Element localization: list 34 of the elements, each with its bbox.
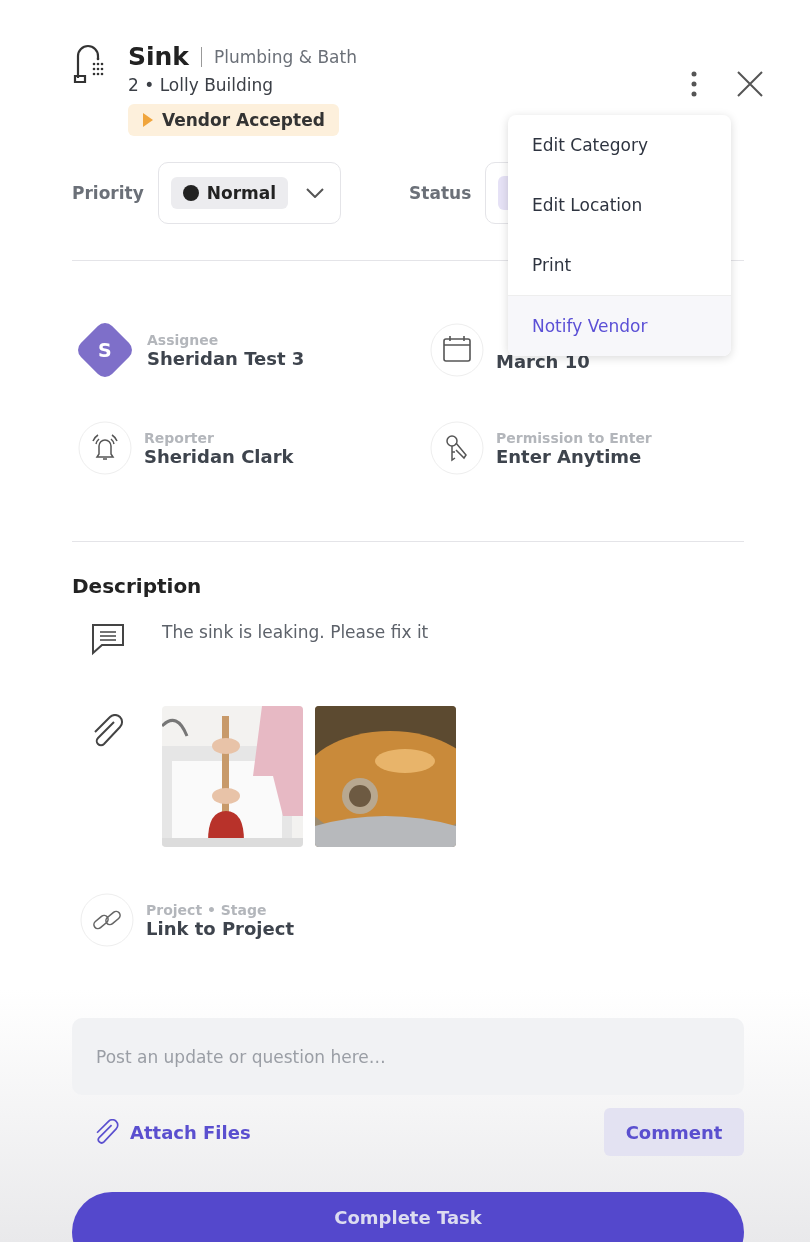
project-link[interactable]: Link to Project bbox=[146, 917, 295, 939]
detail-label: Reporter bbox=[144, 429, 215, 446]
menu-item[interactable]: Edit Category bbox=[508, 115, 731, 175]
comment-button[interactable]: Comment bbox=[604, 1108, 744, 1156]
play-icon bbox=[142, 112, 154, 128]
detail-label: Assignee bbox=[147, 331, 220, 348]
comment-field[interactable]: Post an update or question here… bbox=[72, 1018, 744, 1095]
status-badge: Vendor Accepted bbox=[128, 104, 339, 136]
link-icon bbox=[80, 893, 134, 947]
description-text: The sink is leaking. Please fix it bbox=[162, 622, 429, 642]
calendar-icon bbox=[430, 323, 484, 377]
status-label: Status bbox=[409, 183, 472, 203]
chevron-down-icon bbox=[306, 188, 325, 198]
bell-icon bbox=[78, 421, 132, 475]
category-label: Plumbing & Bath bbox=[214, 46, 357, 67]
task-title: Sink bbox=[128, 42, 189, 71]
complete-task-button[interactable]: Complete Task bbox=[72, 1192, 744, 1242]
attach-files-button[interactable]: Attach Files bbox=[72, 1119, 251, 1145]
section-heading: Description bbox=[72, 574, 203, 598]
comment-icon bbox=[90, 622, 126, 656]
priority-label: Priority bbox=[72, 183, 144, 203]
close-icon[interactable] bbox=[736, 70, 764, 98]
menu-item[interactable]: Notify Vendor bbox=[508, 295, 731, 356]
location-label: 2 • Lolly Building bbox=[128, 75, 275, 95]
detail-value: Sheridan Test 3 bbox=[147, 347, 305, 369]
menu-item[interactable]: Print bbox=[508, 235, 731, 295]
priority-select[interactable]: Normal bbox=[157, 162, 342, 224]
more-icon[interactable] bbox=[690, 70, 698, 98]
keys-icon bbox=[430, 421, 484, 475]
menu-item[interactable]: Edit Location bbox=[508, 175, 731, 235]
detail-value: Enter Anytime bbox=[496, 445, 643, 467]
detail-label: Permission to Enter bbox=[496, 429, 652, 446]
detail-label: Project • Stage bbox=[146, 901, 268, 918]
detail-value: Sheridan Clark bbox=[144, 445, 294, 467]
